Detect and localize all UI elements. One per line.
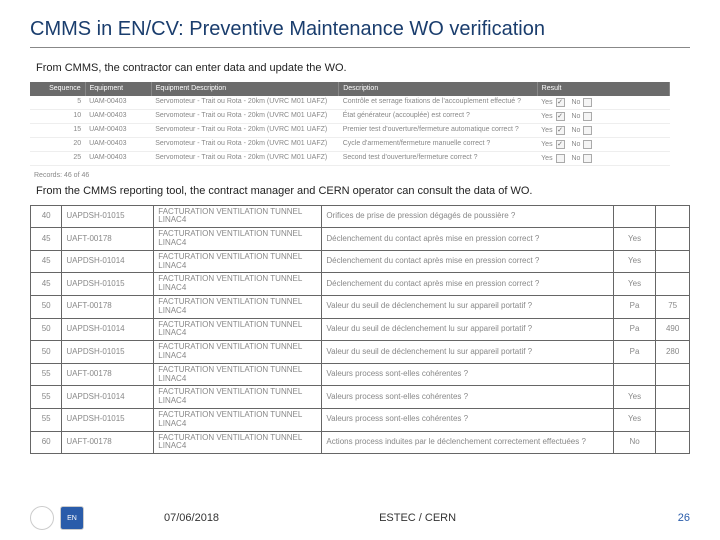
slide-footer: EN 07/06/2018 ESTEC / CERN 26 — [30, 506, 690, 530]
col-sequence: Sequence — [30, 82, 85, 96]
slide-title: CMMS in EN/CV: Preventive Maintenance WO… — [30, 18, 690, 41]
checkbox-no[interactable] — [583, 140, 592, 149]
col-description: Description — [339, 82, 537, 96]
intro-text-2: From the CMMS reporting tool, the contra… — [36, 185, 690, 197]
table-row: 50UAPDSH-01014FACTURATION VENTILATION TU… — [31, 318, 690, 341]
table-row: 55UAPDSH-01015FACTURATION VENTILATION TU… — [31, 409, 690, 432]
checkbox-yes[interactable]: ✓ — [556, 140, 565, 149]
intro-text-1: From CMMS, the contractor can enter data… — [36, 62, 690, 74]
checkbox-no[interactable] — [583, 154, 592, 163]
table-row: 50UAPDSH-01015FACTURATION VENTILATION TU… — [31, 341, 690, 364]
page-number: 26 — [678, 512, 690, 524]
table-row: 45UAPDSH-01014FACTURATION VENTILATION TU… — [31, 250, 690, 273]
table-row: 60UAFT-00178FACTURATION VENTILATION TUNN… — [31, 431, 690, 454]
col-equipment-desc: Equipment Description — [151, 82, 338, 96]
cmms-report-table: 40UAPDSH-01015FACTURATION VENTILATION TU… — [30, 205, 690, 455]
table-row: 45UAPDSH-01015FACTURATION VENTILATION TU… — [31, 273, 690, 296]
checkbox-yes[interactable]: ✓ — [556, 98, 565, 107]
checkbox-yes[interactable] — [556, 154, 565, 163]
footer-date: 07/06/2018 — [164, 512, 219, 524]
table-row: 50UAFT-00178FACTURATION VENTILATION TUNN… — [31, 296, 690, 319]
table-row: 20UAM-00403Servomoteur - Trait ou Rota -… — [30, 137, 670, 151]
record-count: Records: 46 of 46 — [30, 170, 690, 179]
table-row: 45UAFT-00178FACTURATION VENTILATION TUNN… — [31, 228, 690, 251]
table-row: 55UAFT-00178FACTURATION VENTILATION TUNN… — [31, 363, 690, 386]
table-row: 55UAPDSH-01014FACTURATION VENTILATION TU… — [31, 386, 690, 409]
table-row: 40UAPDSH-01015FACTURATION VENTILATION TU… — [31, 205, 690, 228]
checkbox-no[interactable] — [583, 98, 592, 107]
table-row: 25UAM-00403Servomoteur - Trait ou Rota -… — [30, 151, 670, 165]
cmms-input-table: Sequence Equipment Equipment Description… — [30, 82, 670, 166]
cern-logo-icon — [30, 506, 54, 530]
table-row: 15UAM-00403Servomoteur - Trait ou Rota -… — [30, 123, 670, 137]
checkbox-no[interactable] — [583, 112, 592, 121]
col-result: Result — [537, 82, 669, 96]
title-rule — [30, 47, 690, 48]
table-row: 10UAM-00403Servomoteur - Trait ou Rota -… — [30, 109, 670, 123]
col-equipment: Equipment — [85, 82, 151, 96]
en-logo-icon: EN — [60, 506, 84, 530]
checkbox-yes[interactable]: ✓ — [556, 126, 565, 135]
checkbox-no[interactable] — [583, 126, 592, 135]
checkbox-yes[interactable]: ✓ — [556, 112, 565, 121]
footer-venue: ESTEC / CERN — [379, 512, 456, 524]
table-row: 5UAM-00403Servomoteur - Trait ou Rota - … — [30, 96, 670, 110]
